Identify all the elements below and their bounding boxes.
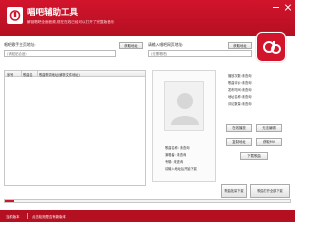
app-icon (7, 7, 23, 24)
column-index[interactable]: 序号 (7, 72, 13, 77)
info-publish-time: 发布时间:未查询 (228, 88, 252, 92)
status-bar: 当前版本 点击检测是否有新版本 (0, 210, 295, 222)
lyrics-button[interactable]: 无法编辑 (256, 124, 282, 132)
app-title: 唱吧辅助工具 (27, 8, 79, 18)
version-label: 当前版本 (6, 215, 20, 219)
app-subtitle: 解锁唱吧全面音频,现在在线已经可以打开了完整版音乐 (27, 20, 115, 24)
info-rating: 歌曲评价:未查询 (228, 81, 252, 85)
profile-download-hint: 请输入地址后开始下载 (165, 167, 197, 171)
column-song-url[interactable]: 歌曲歌词地址(解析文件地址) (39, 72, 80, 77)
column-song-name[interactable]: 歌曲名 (23, 72, 33, 77)
profile-album: 专辑: 未查询 (165, 160, 184, 164)
close-icon[interactable] (284, 3, 292, 11)
profile-panel: 歌曲名称: 未查询 演唱者: 未查询 专辑: 未查询 请输入地址后开始下载 (152, 70, 216, 182)
download-song-button[interactable]: 下载歌曲 (240, 152, 268, 160)
song-url-label: 唱吧歌手主页地址: (4, 42, 36, 47)
batch-download-button[interactable]: 歌曲批量下载 (221, 184, 247, 198)
profile-song-name: 歌曲名称: 未查询 (165, 146, 190, 150)
info-address-name: 地址名称:未查询 (228, 95, 252, 99)
download-progress-bar (4, 199, 291, 203)
copy-url-button[interactable]: 复制地址 (226, 138, 252, 146)
avatar-placeholder-icon (164, 81, 204, 131)
page-url-input[interactable] (148, 50, 252, 57)
download-all-button[interactable]: 歌曲打开全部下载 (250, 184, 290, 198)
changba-logo-icon (256, 32, 286, 62)
song-parse-button[interactable]: 获取地址 (119, 42, 143, 49)
song-list[interactable]: 序号 歌曲名 歌曲歌词地址(解析文件地址) (4, 70, 146, 186)
song-list-header: 序号 歌曲名 歌曲歌词地址(解析文件地址) (5, 71, 145, 77)
get-mv-button[interactable]: 获取MV (256, 138, 282, 146)
profile-singer: 演唱者: 未查询 (165, 153, 187, 157)
page-url-label: 请输入唱吧网页地址: (148, 42, 184, 47)
play-online-button[interactable]: 在线播放 (226, 124, 252, 132)
title-bar: 唱吧辅助工具 解锁唱吧全面音频,现在在线已经可以打开了完整版音乐 (0, 0, 295, 36)
info-play-count: 播放次数:未查询 (228, 74, 252, 78)
page-parse-button[interactable]: 获取地址 (228, 42, 252, 49)
download-progress-fill (5, 200, 14, 202)
update-check-link[interactable]: 点击检测是否有新版本 (32, 214, 66, 219)
song-url-input[interactable] (4, 50, 116, 57)
info-comment-count: 评论数量:未查询 (228, 102, 252, 106)
app-window: 唱吧辅助工具 解锁唱吧全面音频,现在在线已经可以打开了完整版音乐 唱吧歌手主页地… (0, 0, 295, 222)
minimize-icon[interactable] (272, 3, 280, 11)
